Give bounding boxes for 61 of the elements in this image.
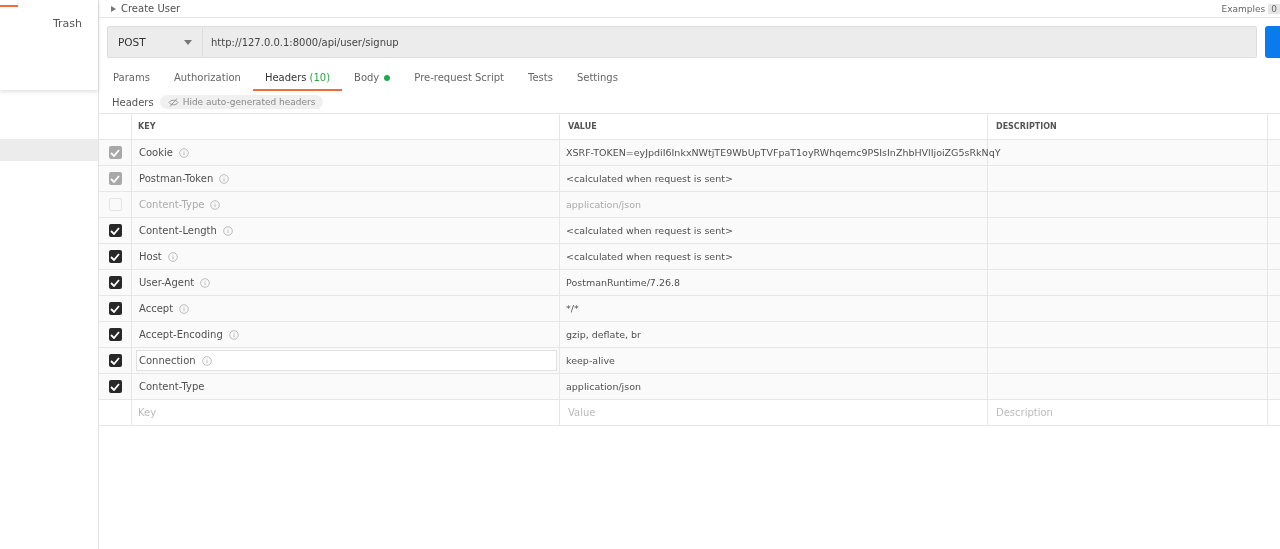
info-icon	[179, 303, 190, 314]
value-cell[interactable]: */*	[566, 303, 579, 314]
value-cell[interactable]: <calculated when request is sent>	[566, 225, 733, 236]
request-title[interactable]: Create User	[111, 3, 181, 14]
key-field[interactable]: Content-Type	[136, 376, 557, 397]
checkbox[interactable]	[108, 146, 122, 159]
key-field[interactable]: User-Agent	[136, 272, 557, 293]
key-field[interactable]: Accept	[136, 298, 557, 319]
column-header: KEY	[137, 122, 156, 131]
info-icon	[201, 355, 212, 366]
active-tab-indicator	[0, 5, 18, 7]
value-cell[interactable]: <calculated when request is sent>	[566, 251, 733, 262]
checkbox[interactable]	[108, 328, 122, 341]
tab[interactable]: Tests	[516, 72, 565, 91]
headers-label: Headers	[112, 96, 154, 108]
checkbox[interactable]	[108, 172, 122, 185]
sidebar-item[interactable]: Trash	[0, 0, 98, 30]
checkbox[interactable]	[108, 380, 122, 393]
value-input[interactable]: Value	[566, 407, 981, 418]
column-header: VALUE	[567, 122, 597, 131]
column-header: DESCRIPTION	[995, 122, 1057, 131]
key-field[interactable]: Accept-Encoding	[136, 324, 557, 345]
info-icon	[210, 199, 221, 210]
tab[interactable]: Settings	[564, 72, 630, 91]
tab[interactable]: Params	[101, 72, 162, 91]
status-dot-icon	[384, 74, 391, 81]
info-icon	[200, 277, 211, 288]
eye-off-icon	[167, 97, 179, 107]
caret-icon	[184, 39, 192, 45]
checkbox[interactable]	[108, 302, 122, 315]
info-icon	[228, 329, 239, 340]
value-cell[interactable]: keep-alive	[566, 355, 615, 366]
checkbox[interactable]	[108, 224, 122, 237]
examples-count: 0	[1268, 3, 1280, 14]
key-field[interactable]: Connection	[136, 350, 557, 371]
tab[interactable]: Authorization	[161, 72, 253, 91]
key-input[interactable]: Key	[136, 407, 557, 418]
value-cell[interactable]: application/json	[566, 381, 642, 392]
key-field[interactable]: Cookie	[136, 142, 557, 163]
checkbox[interactable]	[108, 250, 122, 263]
checkbox[interactable]	[108, 276, 122, 289]
key-field[interactable]: Postman-Token	[136, 168, 557, 189]
expand-triangle-icon	[111, 6, 116, 12]
value-cell[interactable]: <calculated when request is sent>	[566, 173, 733, 184]
info-icon	[167, 251, 178, 262]
checkbox[interactable]	[108, 354, 122, 367]
examples-label[interactable]: Examples	[1221, 3, 1266, 14]
description-input[interactable]: Description	[994, 407, 1261, 418]
tab[interactable]: Headers (10)	[252, 72, 343, 91]
info-icon	[178, 147, 189, 158]
info-icon	[219, 173, 230, 184]
value-cell[interactable]: PostmanRuntime/7.26.8	[566, 277, 681, 288]
key-field[interactable]: Content-Length	[136, 220, 557, 241]
tab[interactable]: Body	[342, 72, 403, 91]
method-dropdown[interactable]: POST	[107, 26, 203, 58]
key-field[interactable]: Host	[136, 246, 557, 267]
info-icon	[222, 225, 233, 236]
value-cell[interactable]: XSRF-TOKEN=eyJpdiI6InkxNWtjTE9WbUpTVFpaT1oyRWhqemc9PSIsInZhbHVlIjoiZG5sRkNqY	[566, 147, 1001, 158]
tab[interactable]: Pre-request Script	[402, 72, 516, 91]
value-cell[interactable]: gzip, deflate, br	[566, 329, 641, 340]
url-field[interactable]: http://127.0.0.1:8000/api/user/signup	[203, 26, 1257, 58]
